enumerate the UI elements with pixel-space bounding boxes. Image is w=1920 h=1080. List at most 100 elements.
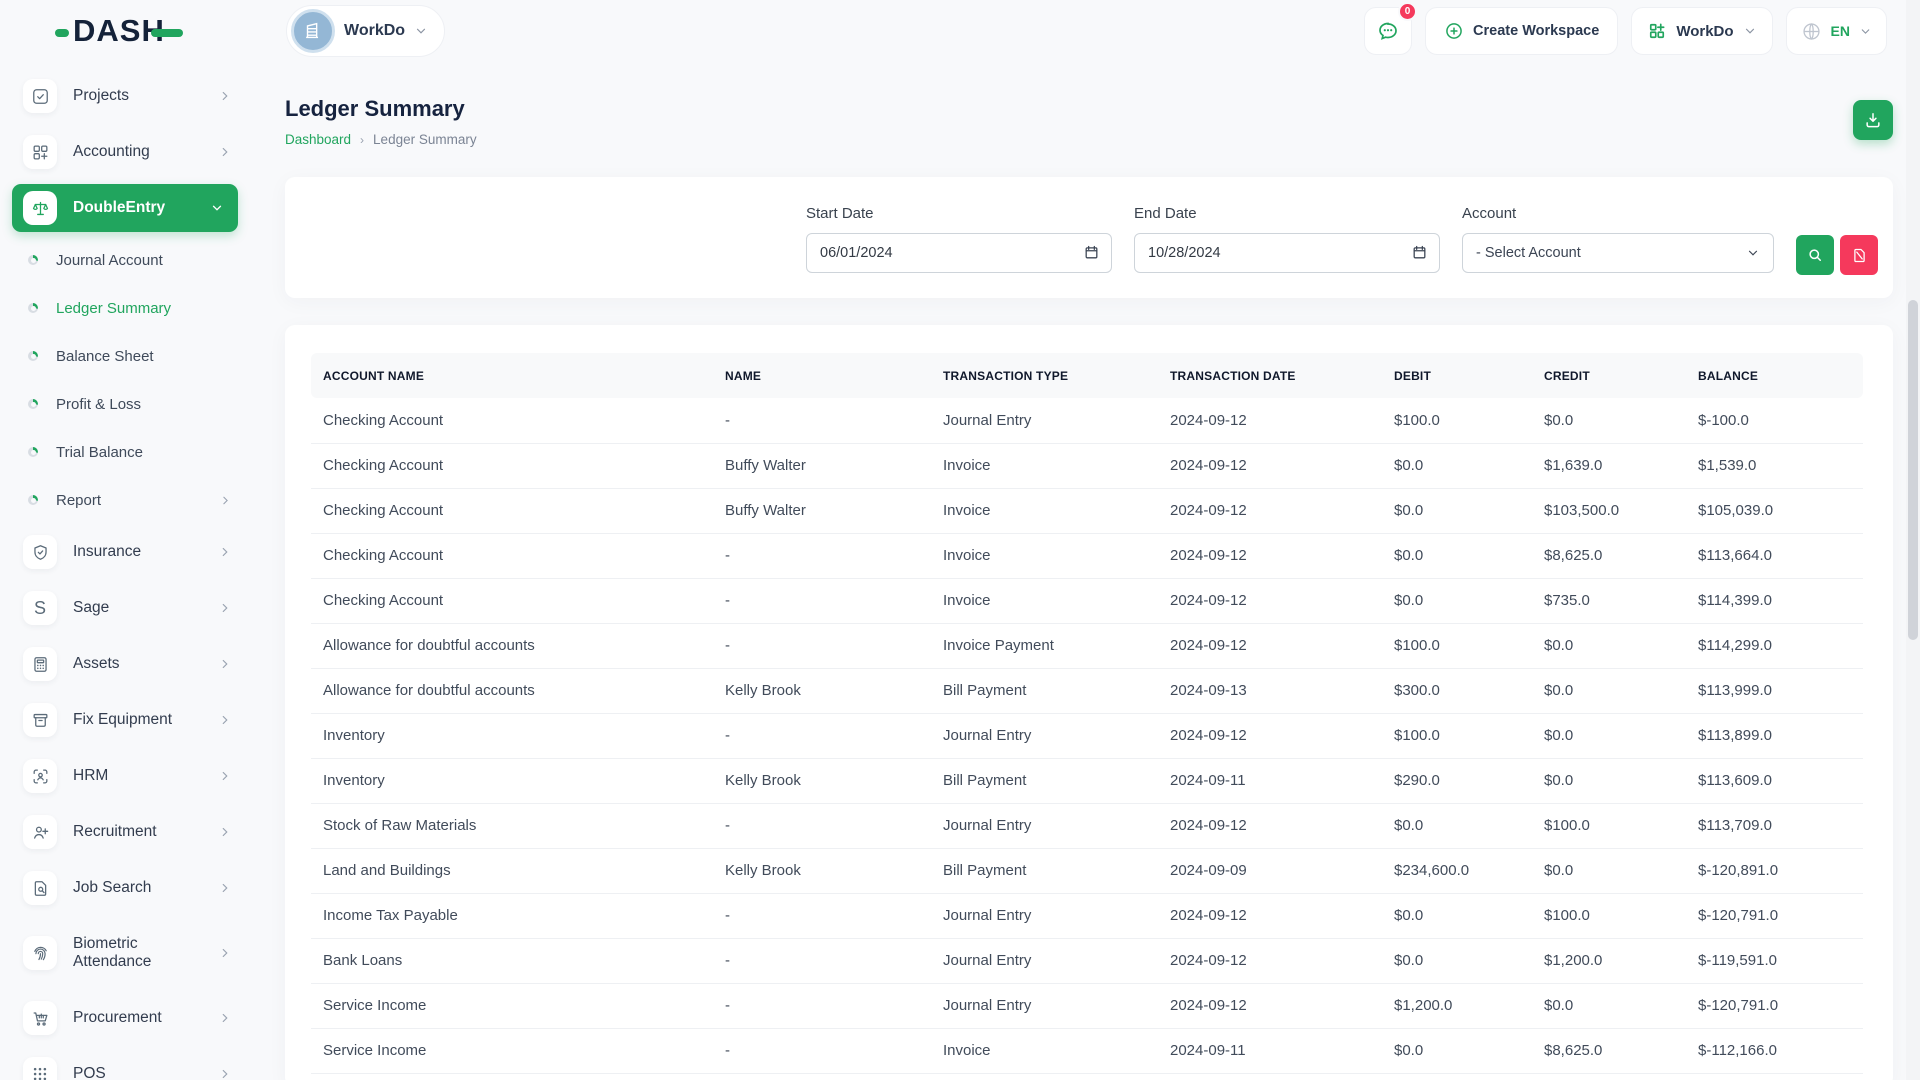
table-cell: $105,039.0 <box>1686 488 1863 533</box>
sidebar-item-procurement[interactable]: Procurement <box>0 990 250 1046</box>
sidebar-item-accounting[interactable]: Accounting <box>0 124 250 180</box>
sidebar-item-ledger-summary[interactable]: Ledger Summary <box>0 284 250 332</box>
table-cell: - <box>713 623 931 668</box>
sidebar-item-sage[interactable]: S Sage <box>0 580 250 636</box>
table-cell: 2024-09-13 <box>1158 668 1382 713</box>
ledger-table: ACCOUNT NAMENAMETRANSACTION TYPETRANSACT… <box>311 353 1863 1074</box>
table-cell: Invoice <box>931 578 1158 623</box>
file-search-icon <box>23 871 57 905</box>
table-cell: $1,200.0 <box>1532 938 1686 983</box>
table-row: Allowance for doubtful accountsKelly Bro… <box>311 668 1863 713</box>
page-title: Ledger Summary <box>285 96 477 122</box>
table-cell: Invoice <box>931 533 1158 578</box>
building-icon <box>302 20 324 42</box>
table-cell: 2024-09-11 <box>1158 758 1382 803</box>
workdo-menu-button[interactable]: WorkDo <box>1631 7 1772 55</box>
end-date-group: End Date <box>1134 205 1440 273</box>
letter-s-icon: S <box>23 591 57 625</box>
column-header: TRANSACTION TYPE <box>931 353 1158 398</box>
sidebar-item-journal-account[interactable]: Journal Account <box>0 236 250 284</box>
sidebar-item-trial-balance[interactable]: Trial Balance <box>0 428 250 476</box>
brand-logo[interactable]: DASH <box>55 13 250 49</box>
messages-button[interactable]: 0 <box>1364 7 1412 55</box>
sidebar-item-recruitment[interactable]: Recruitment <box>0 804 250 860</box>
account-select-value: - Select Account <box>1476 245 1581 261</box>
table-cell: $-119,591.0 <box>1686 938 1863 983</box>
page-scrollbar-thumb[interactable] <box>1908 300 1918 640</box>
table-cell: 2024-09-12 <box>1158 398 1382 443</box>
table-cell: 2024-09-12 <box>1158 578 1382 623</box>
language-selector[interactable]: EN <box>1786 7 1887 55</box>
table-cell: Land and Buildings <box>311 848 713 893</box>
reset-button[interactable] <box>1840 235 1878 275</box>
page-scrollbar[interactable] <box>1906 0 1920 1080</box>
sidebar-item-report[interactable]: Report <box>0 476 250 524</box>
table-cell: $290.0 <box>1382 758 1532 803</box>
sidebar-item-fix-equipment[interactable]: Fix Equipment <box>0 692 250 748</box>
table-cell: - <box>713 578 931 623</box>
table-row: Checking AccountBuffy WalterInvoice2024-… <box>311 488 1863 533</box>
sidebar-item-job-search[interactable]: Job Search <box>0 860 250 916</box>
notification-badge: 0 <box>1398 2 1417 21</box>
table-cell: $0.0 <box>1382 443 1532 488</box>
account-select[interactable]: - Select Account <box>1462 233 1774 273</box>
chevron-right-icon <box>218 1067 232 1080</box>
workspace-name: WorkDo <box>344 22 405 40</box>
table-cell: - <box>713 803 931 848</box>
table-row: Allowance for doubtful accounts-Invoice … <box>311 623 1863 668</box>
table-cell: 2024-09-12 <box>1158 713 1382 758</box>
table-row: Checking Account-Invoice2024-09-12$0.0$7… <box>311 578 1863 623</box>
sidebar-item-label: Projects <box>73 87 129 105</box>
table-cell: $0.0 <box>1532 983 1686 1028</box>
download-button[interactable] <box>1853 100 1893 140</box>
table-cell: $0.0 <box>1532 713 1686 758</box>
sidebar-item-insurance[interactable]: Insurance <box>0 524 250 580</box>
table-cell: Kelly Brook <box>713 848 931 893</box>
table-cell: - <box>713 938 931 983</box>
topbar: DASH WorkDo 0 Create Workspace <box>0 0 1920 62</box>
table-cell: Buffy Walter <box>713 443 931 488</box>
table-cell: - <box>713 893 931 938</box>
breadcrumb-separator: › <box>360 133 364 147</box>
table-row: Stock of Raw Materials-Journal Entry2024… <box>311 803 1863 848</box>
sidebar-item-label: Recruitment <box>73 823 157 841</box>
sidebar-item-projects[interactable]: Projects <box>0 68 250 124</box>
table-cell: $-120,891.0 <box>1686 848 1863 893</box>
sidebar-item-hrm[interactable]: HRM <box>0 748 250 804</box>
sidebar-item-label: DoubleEntry <box>73 199 165 217</box>
sidebar-item-balance-sheet[interactable]: Balance Sheet <box>0 332 250 380</box>
table-cell: Invoice <box>931 1028 1158 1073</box>
language-label: EN <box>1831 23 1850 39</box>
sidebar-item-label: Sage <box>73 599 109 617</box>
fingerprint-icon <box>23 936 57 970</box>
table-cell: $0.0 <box>1382 803 1532 848</box>
table-cell: 2024-09-11 <box>1158 1028 1382 1073</box>
sidebar: Projects Accounting <box>0 62 250 1080</box>
sidebar-item-assets[interactable]: Assets <box>0 636 250 692</box>
table-row: Service Income-Invoice2024-09-11$0.0$8,6… <box>311 1028 1863 1073</box>
table-cell: $0.0 <box>1382 893 1532 938</box>
create-workspace-button[interactable]: Create Workspace <box>1425 7 1618 55</box>
table-cell: Journal Entry <box>931 938 1158 983</box>
bullet-icon <box>28 255 38 265</box>
sidebar-item-doubleentry[interactable]: DoubleEntry <box>12 184 238 232</box>
chevron-right-icon <box>218 713 232 727</box>
end-date-input[interactable] <box>1134 233 1440 273</box>
chevron-right-icon <box>218 145 232 159</box>
start-date-input[interactable] <box>806 233 1112 273</box>
table-cell: 2024-09-12 <box>1158 803 1382 848</box>
table-cell: Journal Entry <box>931 893 1158 938</box>
ledger-table-card: ACCOUNT NAMENAMETRANSACTION TYPETRANSACT… <box>285 325 1893 1080</box>
sidebar-item-pos[interactable]: POS <box>0 1046 250 1080</box>
sidebar-item-label: Fix Equipment <box>73 711 172 729</box>
sidebar-item-biometric-attendance[interactable]: Biometric Attendance <box>0 916 250 990</box>
breadcrumb-dashboard-link[interactable]: Dashboard <box>285 132 351 147</box>
search-button[interactable] <box>1796 235 1834 275</box>
sidebar-item-profit-loss[interactable]: Profit & Loss <box>0 380 250 428</box>
table-cell: Invoice <box>931 443 1158 488</box>
sidebar-subitem-label: Report <box>56 492 101 509</box>
table-cell: $100.0 <box>1382 398 1532 443</box>
breadcrumb: Dashboard › Ledger Summary <box>285 132 477 147</box>
table-cell: $0.0 <box>1382 938 1532 983</box>
workspace-switcher[interactable]: WorkDo <box>286 5 445 57</box>
